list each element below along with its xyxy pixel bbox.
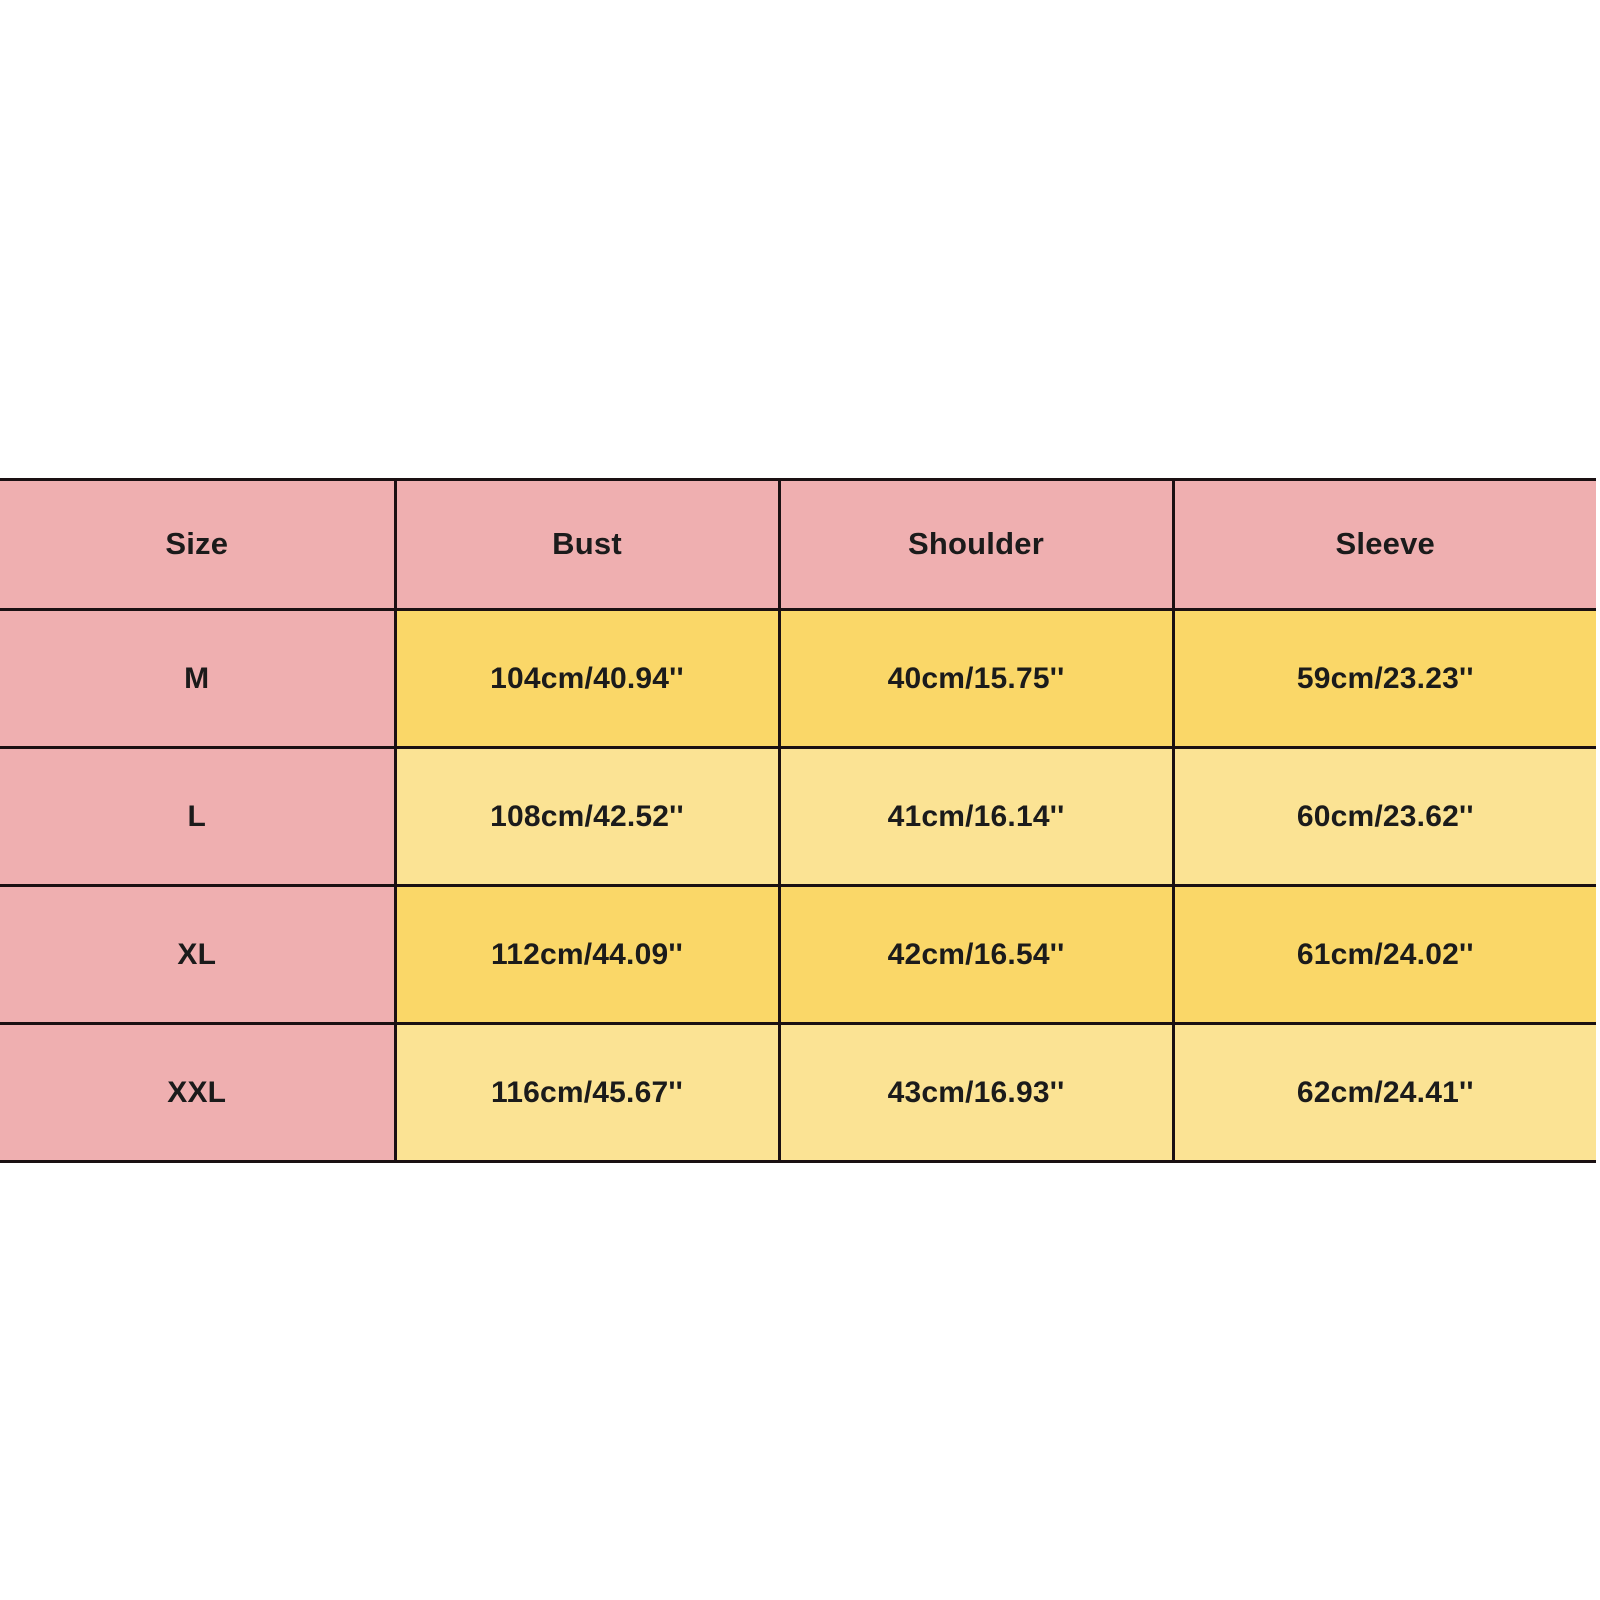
cell-shoulder: 41cm/16.14'' <box>777 746 1175 887</box>
cell-sleeve: 62cm/24.41'' <box>1171 1022 1596 1163</box>
size-chart-header: Size Bust Shoulder Sleeve <box>0 478 1596 611</box>
cell-bust: 112cm/44.09'' <box>393 884 781 1025</box>
column-header-shoulder: Shoulder <box>777 478 1175 611</box>
size-chart-body: M 104cm/40.94'' 40cm/15.75'' 59cm/23.23'… <box>0 608 1596 1163</box>
cell-size: M <box>0 608 397 749</box>
table-row: XXL 116cm/45.67'' 43cm/16.93'' 62cm/24.4… <box>0 1022 1596 1163</box>
table-row: L 108cm/42.52'' 41cm/16.14'' 60cm/23.62'… <box>0 746 1596 887</box>
cell-size: XXL <box>0 1022 397 1163</box>
cell-size: XL <box>0 884 397 1025</box>
cell-shoulder: 43cm/16.93'' <box>777 1022 1175 1163</box>
column-header-size: Size <box>0 478 397 611</box>
cell-bust: 116cm/45.67'' <box>393 1022 781 1163</box>
cell-sleeve: 60cm/23.62'' <box>1171 746 1596 887</box>
cell-bust: 108cm/42.52'' <box>393 746 781 887</box>
cell-bust: 104cm/40.94'' <box>393 608 781 749</box>
column-header-sleeve: Sleeve <box>1171 478 1596 611</box>
cell-sleeve: 59cm/23.23'' <box>1171 608 1596 749</box>
cell-shoulder: 40cm/15.75'' <box>777 608 1175 749</box>
size-chart-table: Size Bust Shoulder Sleeve M 104cm/40.94'… <box>0 478 1596 1163</box>
cell-size: L <box>0 746 397 887</box>
cell-shoulder: 42cm/16.54'' <box>777 884 1175 1025</box>
table-row: XL 112cm/44.09'' 42cm/16.54'' 61cm/24.02… <box>0 884 1596 1025</box>
column-header-bust: Bust <box>393 478 781 611</box>
table-row: M 104cm/40.94'' 40cm/15.75'' 59cm/23.23'… <box>0 608 1596 749</box>
screenshot-canvas: Size Bust Shoulder Sleeve M 104cm/40.94'… <box>0 0 1600 1600</box>
cell-sleeve: 61cm/24.02'' <box>1171 884 1596 1025</box>
header-row: Size Bust Shoulder Sleeve <box>0 478 1596 611</box>
